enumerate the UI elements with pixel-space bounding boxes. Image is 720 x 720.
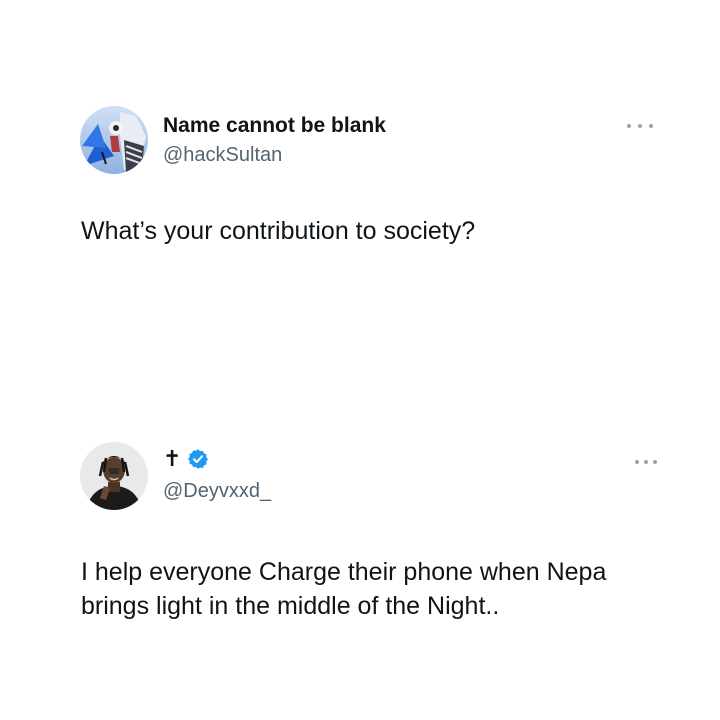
tweet-text: I help everyone Charge their phone when … [81, 558, 607, 620]
anime-character-avatar-icon [80, 106, 148, 174]
user-handle[interactable]: @Deyvxxd_ [163, 480, 271, 503]
display-name[interactable]: ✝ [163, 446, 181, 472]
more-options-icon[interactable] [627, 119, 653, 133]
display-name[interactable]: Name cannot be blank [163, 114, 386, 138]
avatar[interactable] [80, 106, 148, 174]
more-options-icon[interactable] [635, 455, 657, 469]
avatar[interactable] [80, 442, 148, 510]
display-name-row: ✝ [163, 446, 209, 472]
tweet-text: What’s your contribution to society? [81, 217, 476, 245]
user-handle[interactable]: @hackSultan [163, 144, 282, 167]
person-photo-avatar-icon [80, 442, 148, 510]
verified-badge-icon [188, 449, 209, 469]
